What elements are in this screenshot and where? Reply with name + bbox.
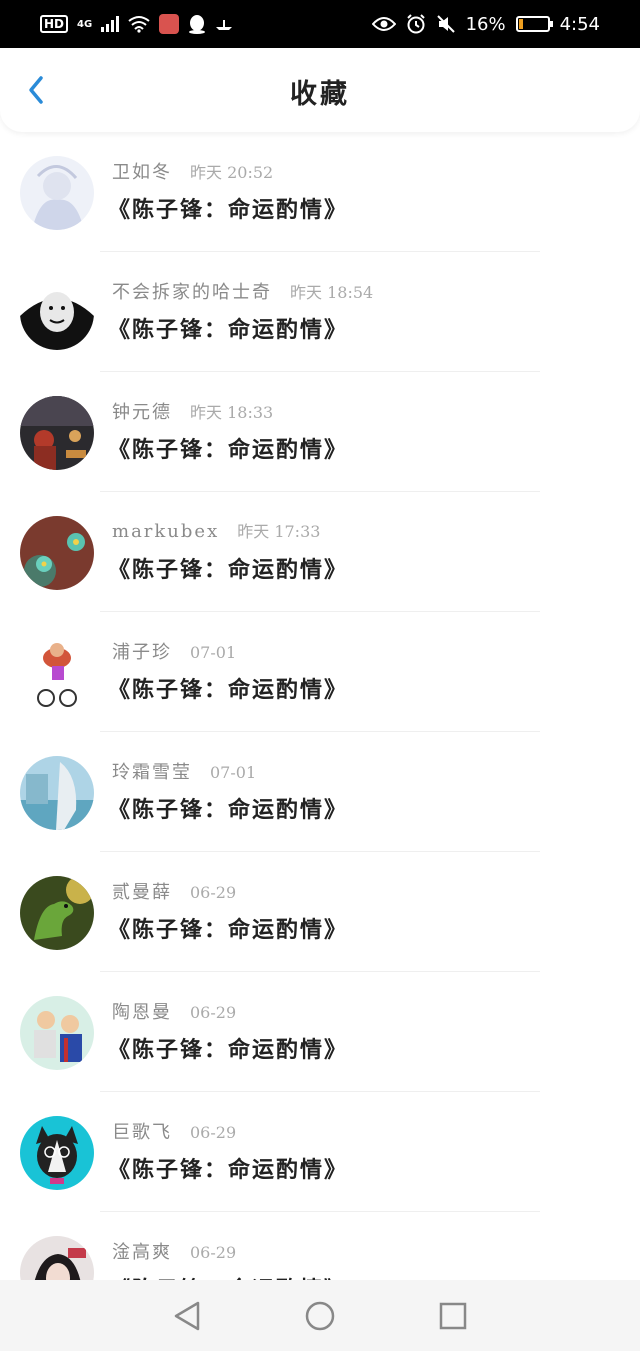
item-meta: 巨歌飞 06-29	[112, 1118, 236, 1144]
meme-avatar	[20, 276, 94, 350]
clock: 4:54	[559, 13, 600, 35]
favorite-title[interactable]: 《陈子锋：命运酌情》	[108, 1032, 348, 1064]
timestamp: 07-01	[190, 643, 237, 662]
user-name[interactable]: markubex	[112, 521, 219, 542]
list-item[interactable]: 巨歌飞 06-29 《陈子锋：命运酌情》	[0, 1092, 640, 1212]
anime-avatar	[20, 756, 94, 830]
portrait-avatar	[20, 1236, 94, 1280]
favorite-title[interactable]: 《陈子锋：命运酌情》	[108, 312, 348, 344]
status-bar: HD 4G 16% 4:54	[0, 0, 640, 48]
timestamp: 06-29	[190, 1123, 237, 1142]
qq-icon	[189, 15, 206, 34]
item-meta: 不会拆家的哈士奇 昨天 18:54	[112, 278, 373, 304]
illustration-avatar	[20, 156, 94, 230]
timestamp: 昨天 18:33	[190, 403, 274, 422]
status-right: 16% 4:54	[371, 12, 600, 36]
user-name[interactable]: 陶恩曼	[112, 998, 172, 1024]
favorite-title[interactable]: 《陈子锋：命运酌情》	[108, 192, 348, 224]
item-meta: 陶恩曼 06-29	[112, 998, 236, 1024]
user-name[interactable]: 卫如冬	[112, 158, 172, 184]
list-item[interactable]: 玲霜雪莹 07-01 《陈子锋：命运酌情》	[0, 732, 640, 852]
timestamp: 06-29	[190, 883, 237, 902]
avatar[interactable]	[20, 636, 94, 710]
user-name[interactable]: 浦子珍	[112, 638, 172, 664]
cartoon-avatar	[20, 996, 94, 1070]
user-name[interactable]: 钟元德	[112, 398, 172, 424]
eye-icon	[371, 17, 396, 31]
network-type: 4G	[77, 18, 93, 30]
husky-avatar	[20, 1116, 94, 1190]
avatar[interactable]	[20, 276, 94, 350]
item-meta: 卫如冬 昨天 20:52	[112, 158, 273, 184]
battery-fill	[518, 19, 524, 29]
item-meta: markubex 昨天 17:33	[112, 518, 320, 542]
avatar[interactable]	[20, 396, 94, 470]
triangle-back-icon	[174, 1301, 199, 1330]
list-item[interactable]: 钟元德 昨天 18:33 《陈子锋：命运酌情》	[0, 372, 640, 492]
item-meta: 浦子珍 07-01	[112, 638, 236, 664]
hd-badge: HD	[40, 15, 69, 33]
list-item[interactable]: markubex 昨天 17:33 《陈子锋：命运酌情》	[0, 492, 640, 612]
user-name[interactable]: 贰曼薛	[112, 878, 172, 904]
avatar[interactable]	[20, 756, 94, 830]
header: 收藏	[0, 48, 640, 132]
mute-icon	[436, 15, 455, 33]
battery-icon	[515, 16, 553, 32]
item-meta: 钟元德 昨天 18:33	[112, 398, 273, 424]
user-name[interactable]: 玲霜雪莹	[112, 758, 192, 784]
favorite-title[interactable]: 《陈子锋：命运酌情》	[108, 432, 348, 464]
nav-home-button[interactable]	[300, 1296, 340, 1336]
battery-percent: 16%	[465, 13, 506, 35]
flower-avatar	[20, 516, 94, 590]
favorite-title[interactable]: 《陈子锋：命运酌情》	[108, 792, 348, 824]
timestamp: 昨天 17:33	[237, 522, 321, 541]
square-recents-icon	[440, 1302, 467, 1329]
list-item[interactable]: 陶恩曼 06-29 《陈子锋：命运酌情》	[0, 972, 640, 1092]
item-meta: 淦高爽 06-29	[112, 1238, 236, 1264]
page-title: 收藏	[290, 79, 350, 110]
timestamp: 昨天 18:54	[290, 283, 374, 302]
timestamp: 06-29	[190, 1003, 237, 1022]
list-item[interactable]: 不会拆家的哈士奇 昨天 18:54 《陈子锋：命运酌情》	[0, 252, 640, 372]
favorites-list: 卫如冬 昨天 20:52 《陈子锋：命运酌情》 不会拆家的哈士奇 昨天 18:54 《陈子…	[0, 132, 640, 1280]
nav-back-button[interactable]	[167, 1296, 207, 1336]
favorite-title[interactable]: 《陈子锋：命运酌情》	[108, 1152, 348, 1184]
item-meta: 玲霜雪莹 07-01	[112, 758, 256, 784]
avatar[interactable]	[20, 516, 94, 590]
user-name[interactable]: 不会拆家的哈士奇	[112, 278, 272, 304]
signal-icon	[101, 16, 120, 32]
photo-avatar	[20, 396, 94, 470]
timestamp: 07-01	[210, 763, 257, 782]
avatar[interactable]	[20, 1236, 94, 1280]
circle-home-icon	[305, 1301, 335, 1330]
nav-recents-button[interactable]	[433, 1296, 473, 1336]
list-item[interactable]: 贰曼薛 06-29 《陈子锋：命运酌情》	[0, 852, 640, 972]
dinosaur-avatar	[20, 876, 94, 950]
avatar[interactable]	[20, 156, 94, 230]
list-item[interactable]: 淦高爽 06-29 《陈子锋：命运酌情》	[0, 1212, 640, 1280]
user-name[interactable]: 淦高爽	[112, 1238, 172, 1264]
app-notification-icon	[159, 14, 180, 34]
avatar[interactable]	[20, 996, 94, 1070]
avatar[interactable]	[20, 876, 94, 950]
system-nav-bar	[0, 1280, 640, 1351]
wifi-icon	[128, 16, 150, 33]
favorite-title[interactable]: 《陈子锋：命运酌情》	[108, 1272, 348, 1280]
timestamp: 昨天 20:52	[190, 163, 274, 182]
boat-icon	[216, 20, 233, 30]
alarm-icon	[406, 14, 425, 34]
list-item[interactable]: 浦子珍 07-01 《陈子锋：命运酌情》	[0, 612, 640, 732]
user-name[interactable]: 巨歌飞	[112, 1118, 172, 1144]
status-left: HD 4G	[40, 12, 233, 36]
list-item[interactable]: 卫如冬 昨天 20:52 《陈子锋：命运酌情》	[0, 132, 640, 252]
item-meta: 贰曼薛 06-29	[112, 878, 236, 904]
timestamp: 06-29	[190, 1243, 237, 1262]
cyclist-avatar	[20, 636, 94, 710]
avatar[interactable]	[20, 1116, 94, 1190]
favorite-title[interactable]: 《陈子锋：命运酌情》	[108, 912, 348, 944]
favorite-title[interactable]: 《陈子锋：命运酌情》	[108, 672, 348, 704]
favorite-title[interactable]: 《陈子锋：命运酌情》	[108, 552, 348, 584]
